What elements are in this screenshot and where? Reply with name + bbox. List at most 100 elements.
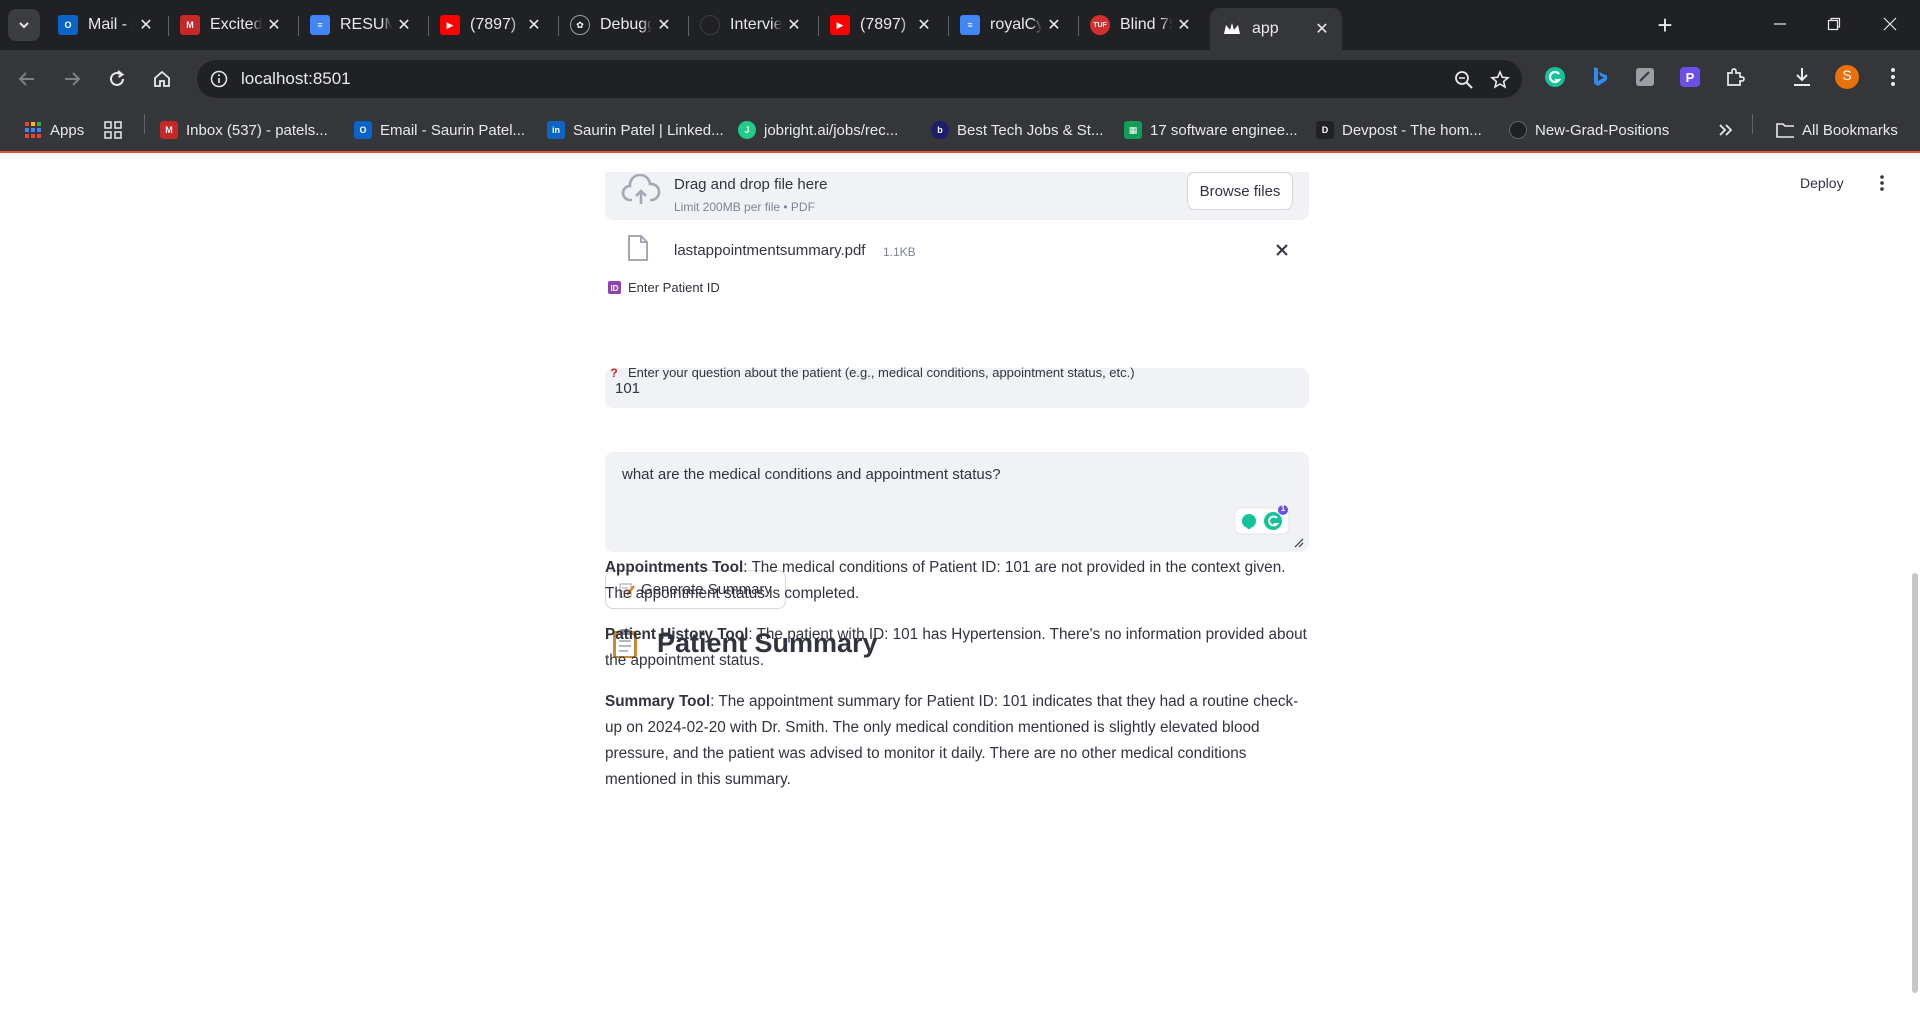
remove-file-button[interactable] [1271,239,1293,261]
notes-extension-icon[interactable] [1632,64,1658,90]
tab-app-active[interactable]: app ✕ [1210,8,1342,50]
gmail-100-icon: M [160,121,178,139]
tool-name: Patient History Tool [605,626,749,643]
page-scrollbar[interactable] [1912,573,1918,993]
arrow-right-icon [65,72,81,86]
site-info-icon[interactable] [205,65,233,93]
tuf-icon: TUF [1090,15,1110,35]
bookmark-label: Saurin Patel | Linked... [573,121,724,139]
bing-extension-icon[interactable] [1587,64,1613,90]
tab-search-button[interactable] [8,9,40,41]
zoom-icon[interactable] [1451,67,1477,93]
chrome-menu-icon[interactable] [1880,64,1906,90]
close-tab-icon[interactable]: ✕ [912,13,936,37]
close-tab-icon[interactable]: ✕ [392,13,416,37]
cloud-upload-icon [621,174,661,204]
svg-text:P: P [1686,70,1695,85]
tab-excited[interactable]: M Excited to ✕ [168,8,294,42]
streamlit-crown-icon [1222,19,1242,39]
more-bookmarks-button[interactable] [1718,118,1734,142]
restore-icon [1827,17,1841,31]
profile-avatar[interactable]: S [1834,64,1860,90]
tab-youtube-how[interactable]: ▶ (7897) How ✕ [818,8,944,42]
close-window-button[interactable] [1870,8,1910,40]
close-tab-icon[interactable]: ✕ [1172,13,1196,37]
gmail-100-icon: M [180,15,200,35]
bookmark-new-grad[interactable]: New-Grad-Positions [1509,118,1669,142]
close-icon [1276,244,1288,256]
grammarly-extension-icon[interactable] [1542,64,1568,90]
close-tab-icon[interactable]: ✕ [134,13,158,37]
bookmark-linkedin[interactable]: in Saurin Patel | Linked... [547,118,724,142]
builtin-icon: b [931,121,949,139]
jobright-icon: J [738,121,756,139]
main-menu-button[interactable] [1872,171,1892,195]
close-tab-icon[interactable]: ✕ [522,13,546,37]
tab-resume[interactable]: ≡ RESUME - ✕ [298,8,424,42]
bookmark-email[interactable]: O Email - Saurin Patel... [354,118,525,142]
bookmark-label: Apps [50,121,85,139]
github-icon [1509,121,1527,139]
close-tab-icon[interactable]: ✕ [1042,13,1066,37]
tab-groups-icon [104,121,122,139]
file-name: lastappointmentsummary.pdf [674,242,866,259]
patient-id-value: 101 [615,379,641,397]
youtube-icon: ▶ [440,15,460,35]
url-text[interactable]: localhost:8501 [241,69,351,89]
bookmark-builtin[interactable]: b Best Tech Jobs & St... [931,118,1103,142]
arrow-left-icon [18,72,34,86]
svg-text:ID: ID [610,284,618,293]
bookmark-jobright[interactable]: J jobright.ai/jobs/rec... [738,118,898,142]
tab-youtube-rant[interactable]: ▶ (7897) Rant ✕ [428,8,554,42]
browser-toolbar: localhost:8501 P S [0,50,1920,108]
new-tab-button[interactable]: + [1651,10,1679,40]
question-textarea[interactable]: what are the medical conditions and appo… [605,452,1309,552]
tab-blind75[interactable]: TUF Blind 75 Le ✕ [1078,8,1204,42]
bookmark-software-engineers[interactable]: ▦ 17 software enginee... [1124,118,1298,142]
browse-files-button[interactable]: Browse files [1187,172,1293,210]
grammarly-widget[interactable]: 1 [1234,504,1295,536]
patient-id-label-text: Enter Patient ID [628,280,720,295]
file-icon [628,235,648,261]
tab-title: RESUME - [340,16,392,33]
close-tab-icon[interactable]: ✕ [1310,17,1334,41]
tab-title: Mail - Saurin [88,16,134,33]
bookmarks-bar: Apps M Inbox (537) - patels... O Email -… [0,108,1920,153]
close-tab-icon[interactable]: ✕ [262,13,286,37]
deploy-button[interactable]: Deploy [1800,175,1844,191]
tab-interview[interactable]: Interview-R ✕ [688,8,814,42]
profile-initial: S [1842,67,1852,83]
tab-royalcyber[interactable]: ≡ royalCyber ✕ [948,8,1074,42]
p-extension-icon[interactable]: P [1677,64,1703,90]
download-icon[interactable] [1789,64,1815,90]
address-bar[interactable]: localhost:8501 [197,60,1522,98]
home-button[interactable] [145,62,179,96]
tab-groups-button[interactable] [104,118,122,142]
google-docs-icon: ≡ [310,15,330,35]
reload-icon [110,70,125,86]
bookmark-star-icon[interactable] [1487,67,1513,93]
tab-debugging[interactable]: ✿ Debugging ✕ [558,8,684,42]
bookmark-devpost[interactable]: D Devpost - The hom... [1316,118,1482,142]
all-bookmarks-button[interactable]: All Bookmarks [1776,118,1898,142]
bookmark-apps[interactable]: Apps [24,118,84,142]
summary-item-summary-tool: Summary Tool: The appointment summary fo… [605,689,1309,793]
restore-button[interactable] [1814,8,1854,40]
close-tab-icon[interactable]: ✕ [782,13,806,37]
resize-handle-icon[interactable] [1294,538,1304,548]
tab-mail[interactable]: O Mail - Saurin ✕ [46,8,166,42]
extensions-puzzle-icon[interactable] [1722,64,1748,90]
bookmarks-separator [144,114,145,134]
minimize-button[interactable] [1760,8,1800,40]
tab-title: royalCyber [990,16,1042,33]
browser-chrome: O Mail - Saurin ✕ M Excited to ✕ ≡ RESUM… [0,0,1920,153]
id-badge-icon: ID [607,281,621,295]
bookmark-inbox[interactable]: M Inbox (537) - patels... [160,118,328,142]
file-dropzone[interactable]: Drag and drop file here Limit 200MB per … [605,172,1309,220]
dropzone-limit: Limit 200MB per file • PDF [674,200,815,214]
reload-button[interactable] [100,62,134,96]
forward-button[interactable] [55,62,89,96]
summary-item-patient-history: Patient History Tool: The patient with I… [605,622,1309,674]
back-button[interactable] [10,62,44,96]
close-tab-icon[interactable]: ✕ [652,13,676,37]
